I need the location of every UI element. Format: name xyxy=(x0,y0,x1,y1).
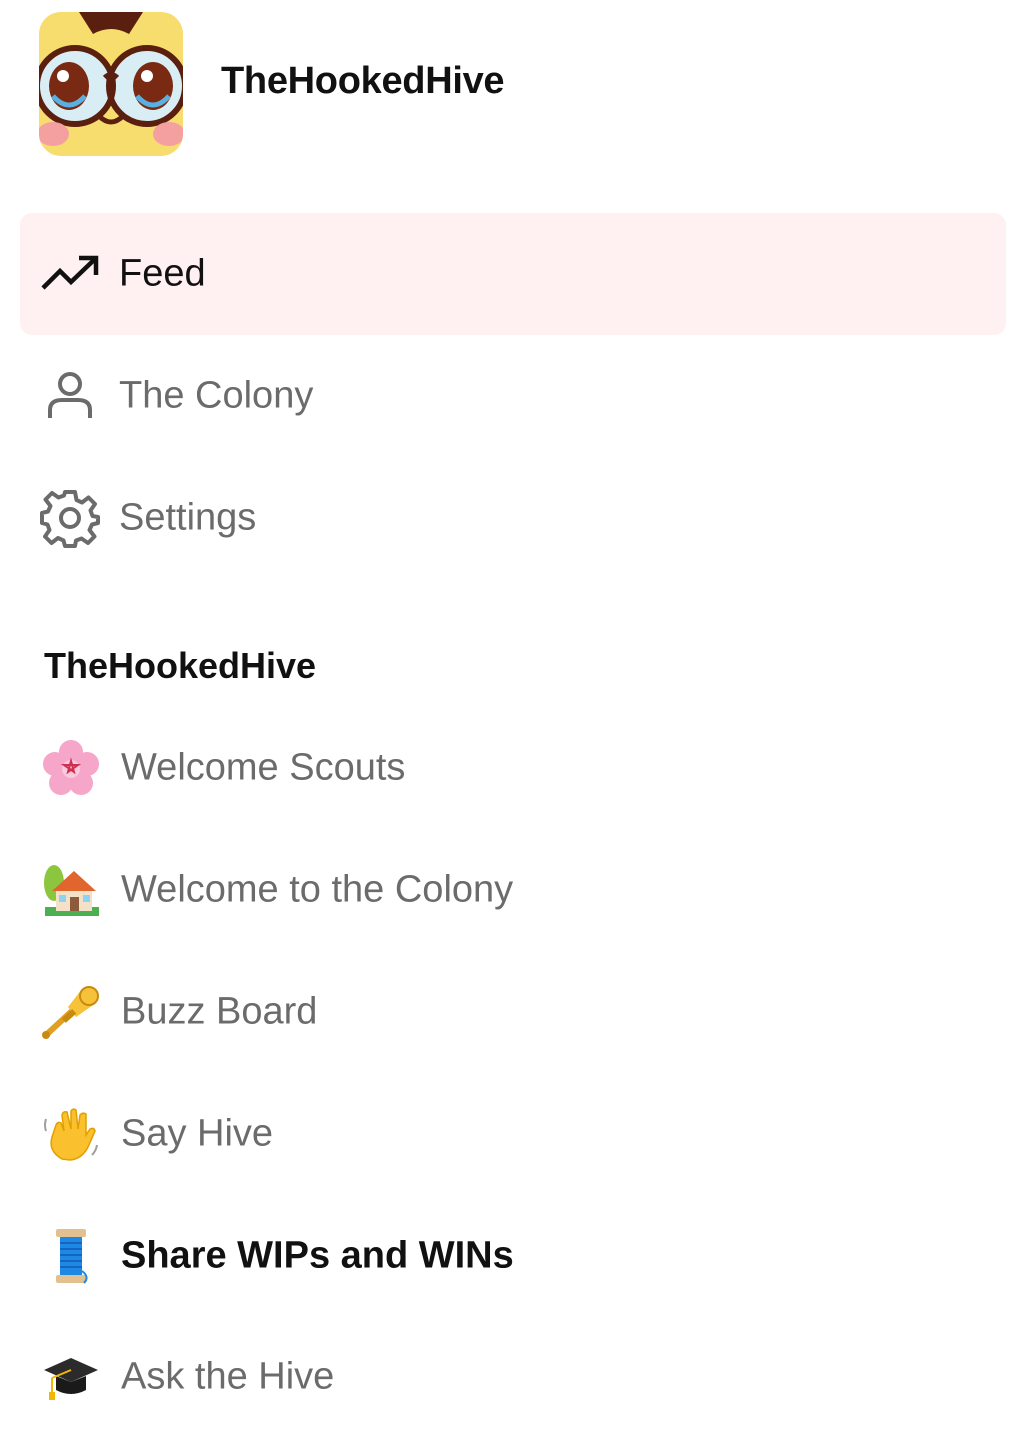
channel-label: Say Hive xyxy=(121,1112,274,1155)
channel-label: Share WIPs and WINs xyxy=(121,1234,514,1277)
nav-item-settings[interactable]: Settings xyxy=(20,457,1006,579)
app-title: TheHookedHive xyxy=(221,60,505,102)
channel-label: Ask the Hive xyxy=(121,1355,335,1398)
waving-hand-icon xyxy=(42,1105,100,1163)
house-with-garden-icon xyxy=(42,861,100,919)
channel-welcome-to-the-colony[interactable]: Welcome to the Colony xyxy=(20,835,1006,945)
channel-share-wips-and-wins[interactable]: Share WIPs and WINs xyxy=(20,1201,1006,1311)
app-header: TheHookedHive xyxy=(0,0,1024,170)
nav-item-label: The Colony xyxy=(119,374,314,417)
community-title: TheHookedHive xyxy=(44,645,317,686)
nav-item-label: Settings xyxy=(119,496,257,539)
cherry-blossom-icon xyxy=(42,739,100,797)
spool-of-thread-icon xyxy=(42,1227,100,1285)
channel-label: Welcome to the Colony xyxy=(121,868,514,911)
person-icon xyxy=(40,366,100,426)
nav-item-the-colony[interactable]: The Colony xyxy=(20,335,1006,457)
graduation-cap-icon xyxy=(42,1348,100,1406)
channel-buzz-board[interactable]: Buzz Board xyxy=(20,957,1006,1067)
nav-item-feed[interactable]: Feed xyxy=(20,213,1006,335)
channel-label: Buzz Board xyxy=(121,990,318,1033)
channel-say-hive[interactable]: Say Hive xyxy=(20,1079,1006,1189)
trending-up-icon xyxy=(40,244,100,304)
channel-welcome-scouts[interactable]: Welcome Scouts xyxy=(20,713,1006,823)
owl-mascot-icon[interactable] xyxy=(39,12,183,156)
channel-ask-the-hive[interactable]: Ask the Hive xyxy=(20,1322,1006,1432)
nav-item-label: Feed xyxy=(119,252,206,295)
gear-icon xyxy=(40,488,100,548)
trumpet-icon xyxy=(42,983,100,1041)
channel-label: Welcome Scouts xyxy=(121,746,406,789)
